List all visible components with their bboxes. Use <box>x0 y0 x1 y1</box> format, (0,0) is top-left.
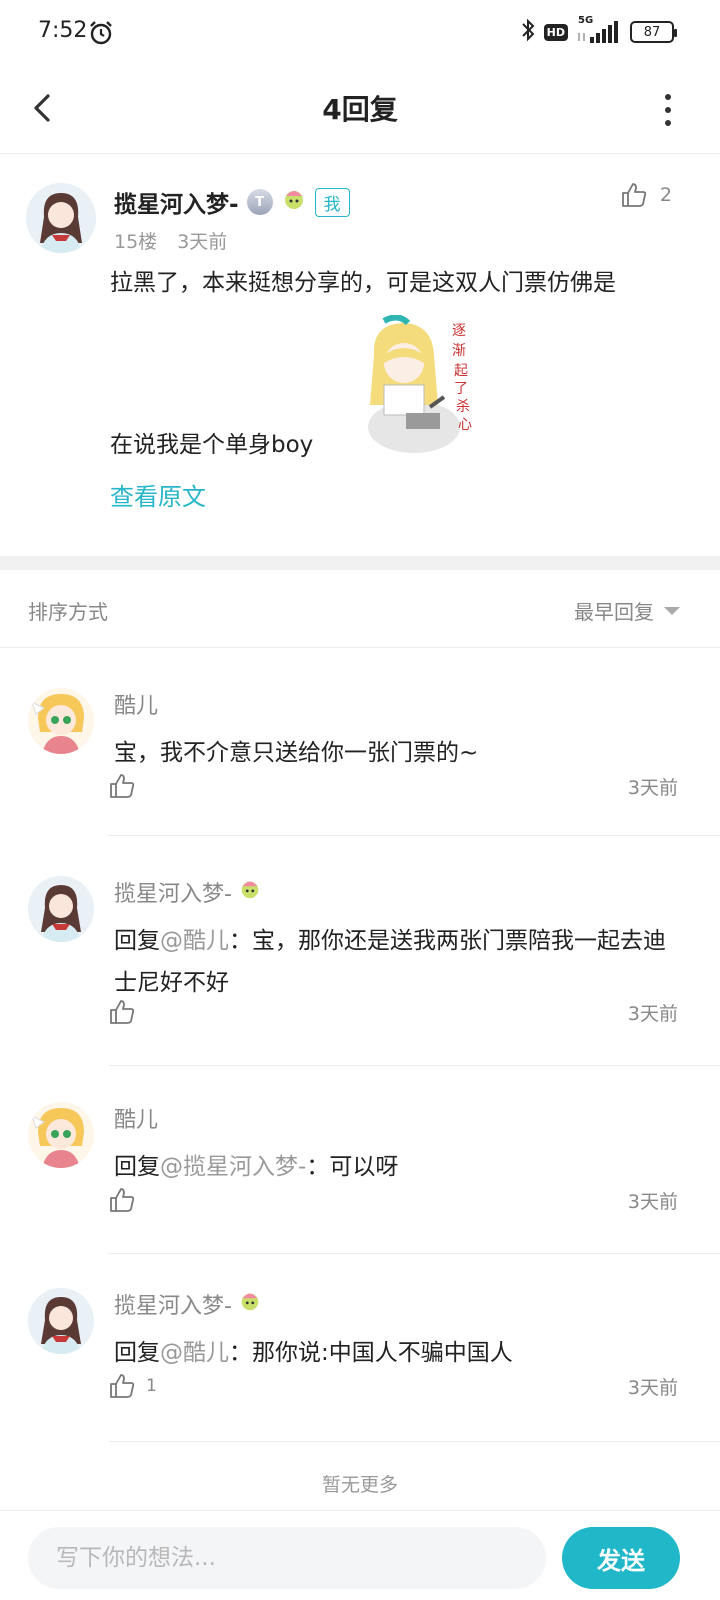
reply-author[interactable]: 酷儿 <box>114 688 158 720</box>
avatar-decoration-icon <box>238 877 262 907</box>
me-badge: 我 <box>314 187 350 217</box>
reply-author-row: 酷儿 <box>114 688 158 720</box>
mention-link[interactable]: @揽星河入梦- <box>160 1154 306 1180</box>
thumbs-up-icon <box>110 1000 135 1024</box>
battery-level: 87 <box>643 24 661 40</box>
reply-author[interactable]: 揽星河入梦- <box>114 1288 232 1320</box>
reply-like-button[interactable] <box>108 998 136 1026</box>
svg-text:杀: 杀 <box>456 399 470 415</box>
more-dot <box>665 120 671 126</box>
reply-item: 揽星河入梦- 回复@酷儿：宝，那你还是送我两张门票陪我一起去迪士尼好不好 3天前 <box>0 836 720 1066</box>
main-comment: 揽星河入梦- T 我 15楼 3天前 2 拉黑了，本来挺想分享的，可是这双人门票仿… <box>0 155 720 555</box>
caret-down-icon <box>664 606 680 615</box>
author-name[interactable]: 揽星河入梦- <box>114 185 239 219</box>
send-button[interactable]: 发送 <box>562 1527 680 1589</box>
section-divider <box>0 556 720 570</box>
thumbs-up-icon <box>110 1188 135 1212</box>
reply-author[interactable]: 揽星河入梦- <box>114 876 232 908</box>
thumbs-up-icon <box>110 774 135 798</box>
floor-number: 15楼 <box>114 231 158 253</box>
post-meta: 15楼 3天前 <box>114 227 227 254</box>
reply-time: 3天前 <box>627 1376 678 1399</box>
reply-item: 酷儿 宝，我不介意只送给你一张门票的~ 3天前 <box>0 648 720 836</box>
svg-text:起: 起 <box>454 363 468 379</box>
reply-body: ：可以呀 <box>306 1154 399 1180</box>
post-text: 拉黑了，本来挺想分享的，可是这双人门票仿佛是 <box>110 270 616 296</box>
post-time: 3天前 <box>177 231 228 253</box>
reply-prefix: 回复 <box>114 1154 160 1180</box>
reply-time: 3天前 <box>627 1002 678 1025</box>
more-dot <box>665 107 671 113</box>
sort-dropdown[interactable]: 最早回复 <box>574 596 680 625</box>
view-original-link[interactable]: 查看原文 <box>110 477 206 512</box>
reply-footer: 3天前 <box>108 1180 678 1220</box>
reply-item: 酷儿 回复@揽星河入梦-：可以呀 3天前 <box>0 1066 720 1254</box>
reply-author-row: 酷儿 <box>114 1102 158 1134</box>
status-time: 7:52 <box>38 18 88 43</box>
reply-author-row: 揽星河入梦- <box>114 876 262 908</box>
reply-prefix: 回复 <box>114 928 160 954</box>
reply-avatar[interactable] <box>28 1288 94 1354</box>
reply-footer: 3天前 <box>108 992 678 1032</box>
avatar-decoration-icon <box>281 186 307 218</box>
reply-divider <box>108 1441 720 1442</box>
emoji-sticker-image: 逐 渐 起 了 杀 心 <box>354 314 480 455</box>
svg-text:渐: 渐 <box>452 343 466 359</box>
reply-author-row: 揽星河入梦- <box>114 1288 262 1320</box>
like-button[interactable]: 2 <box>620 181 672 209</box>
page-title: 4回复 <box>322 93 398 126</box>
alarm-icon <box>88 20 114 50</box>
reply-time: 3天前 <box>627 1190 678 1213</box>
reply-like-button[interactable] <box>108 772 136 800</box>
author-avatar[interactable] <box>26 183 96 253</box>
svg-text:逐: 逐 <box>452 323 466 339</box>
bluetooth-icon <box>520 18 536 46</box>
reply-avatar[interactable] <box>28 1102 94 1168</box>
level-badge: T <box>246 189 273 215</box>
more-options-button[interactable] <box>656 90 680 130</box>
reply-prefix: 回复 <box>114 1340 160 1366</box>
battery-icon: 87 <box>630 21 677 43</box>
reply-footer: 3天前 <box>108 766 678 806</box>
reply-like-button[interactable]: 1 <box>108 1372 157 1400</box>
reply-body: 宝，我不介意只送给你一张门票的~ <box>114 740 479 766</box>
no-more-label: 暂无更多 <box>321 1474 398 1496</box>
mention-link[interactable]: @酷儿 <box>160 1340 229 1366</box>
thumbs-up-icon <box>622 183 647 207</box>
sort-selected-value: 最早回复 <box>574 600 654 624</box>
reply-author[interactable]: 酷儿 <box>114 1102 158 1134</box>
like-count: 2 <box>659 184 672 206</box>
reply-like-count: 1 <box>146 1376 157 1396</box>
hd-badge: HD <box>543 23 568 41</box>
svg-text:心: 心 <box>458 417 472 433</box>
reply-like-button[interactable] <box>108 1186 136 1214</box>
reply-footer: 1 3天前 <box>108 1366 678 1406</box>
avatar-decoration-icon <box>238 1289 262 1319</box>
sort-bar: 排序方式 最早回复 <box>0 570 720 648</box>
author-name-row: 揽星河入梦- T 我 <box>114 185 350 219</box>
signal-icon: 5G <box>576 15 622 45</box>
thumbs-up-icon <box>110 1374 135 1398</box>
reply-body: ：那你说:中国人不骗中国人 <box>229 1340 513 1366</box>
reply-avatar[interactable] <box>28 876 94 942</box>
sort-label: 排序方式 <box>28 600 108 624</box>
reply-time: 3天前 <box>627 776 678 799</box>
reply-avatar[interactable] <box>28 688 94 754</box>
comment-composer: 发送 <box>0 1510 720 1600</box>
reply-item: 揽星河入梦- 回复@酷儿：那你说:中国人不骗中国人 1 3天前 <box>0 1254 720 1442</box>
app-header: 4回复 <box>0 68 720 154</box>
mention-link[interactable]: @酷儿 <box>160 928 229 954</box>
svg-text:了: 了 <box>454 381 468 397</box>
post-text-continued: 在说我是个单身boy <box>110 432 314 458</box>
status-bar: 7:52 HD 5G 87 <box>0 0 720 68</box>
comment-input[interactable] <box>28 1527 546 1589</box>
more-dot <box>665 94 671 100</box>
